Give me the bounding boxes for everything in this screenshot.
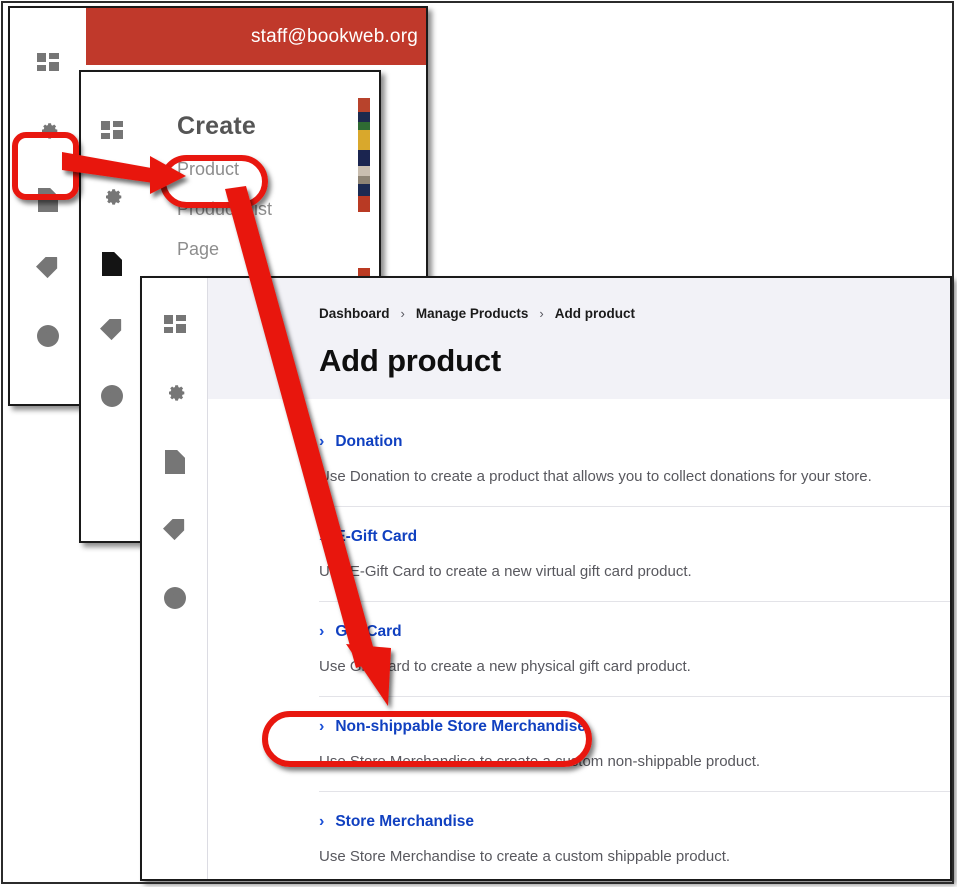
sidebar-item-pages[interactable] xyxy=(155,442,195,482)
dollar-icon xyxy=(101,385,123,407)
menu-item-product-list[interactable]: Product List xyxy=(177,199,379,220)
product-type-row-non-shippable-store-merchandise: › Non-shippable Store Merchandise Use St… xyxy=(319,696,950,791)
product-type-name[interactable]: Gift Card xyxy=(335,623,401,641)
gear-icon xyxy=(106,189,122,205)
page-icon xyxy=(164,450,185,474)
main-window-icon-rail xyxy=(142,278,208,879)
sidebar-item-payments[interactable] xyxy=(92,376,132,416)
product-type-link[interactable]: › E-Gift Card xyxy=(319,528,950,546)
product-type-name[interactable]: E-Gift Card xyxy=(335,528,417,546)
sidebar-item-dashboard[interactable] xyxy=(92,112,132,152)
product-type-link[interactable]: › Donation xyxy=(319,433,950,451)
page-header: Dashboard › Manage Products › Add produc… xyxy=(208,278,950,399)
product-type-name[interactable]: Donation xyxy=(335,433,402,451)
breadcrumb-separator-icon: › xyxy=(539,306,544,321)
sidebar-item-dashboard[interactable] xyxy=(155,306,195,346)
breadcrumb-separator-icon: › xyxy=(400,306,405,321)
window-back-icon-rail xyxy=(10,8,86,404)
product-type-row-store-merchandise: › Store Merchandise Use Store Merchandis… xyxy=(319,791,950,879)
dollar-icon xyxy=(37,325,59,347)
product-type-description: Use Donation to create a product that al… xyxy=(319,468,872,485)
sidebar-item-tags[interactable] xyxy=(155,510,195,550)
page-title: Add product xyxy=(319,343,502,378)
sidebar-item-settings[interactable] xyxy=(92,178,132,218)
breadcrumb: Dashboard › Manage Products › Add produc… xyxy=(319,306,950,321)
create-menu-list: Product Product List Page xyxy=(177,159,379,260)
tag-icon xyxy=(100,319,122,341)
gear-icon xyxy=(42,123,58,139)
dashboard-icon xyxy=(163,315,186,333)
sidebar-item-tags[interactable] xyxy=(28,248,68,288)
chevron-right-icon: › xyxy=(319,623,325,640)
product-type-link[interactable]: › Non-shippable Store Merchandise xyxy=(319,718,950,736)
page-icon xyxy=(102,252,122,276)
create-window-icon-rail xyxy=(81,72,143,541)
product-type-description: Use Store Merchandise to create a custom… xyxy=(319,753,761,770)
dashboard-icon xyxy=(101,121,123,139)
dollar-icon xyxy=(163,587,186,609)
chevron-right-icon: › xyxy=(319,718,325,735)
product-type-name[interactable]: Store Merchandise xyxy=(335,813,474,831)
product-type-link[interactable]: › Store Merchandise xyxy=(319,813,950,831)
create-heading: Create xyxy=(177,112,257,140)
product-type-description: Use Gift Card to create a new physical g… xyxy=(319,658,691,675)
product-type-list: › Donation Use Donation to create a prod… xyxy=(208,399,950,879)
menu-item-page[interactable]: Page xyxy=(177,239,379,260)
product-type-row-gift-card: › Gift Card Use Gift Card to create a ne… xyxy=(319,601,950,696)
tag-icon xyxy=(162,519,184,541)
add-product-content: Dashboard › Manage Products › Add produc… xyxy=(208,278,950,879)
sidebar-item-pages-active[interactable] xyxy=(92,244,132,284)
chevron-right-icon: › xyxy=(319,813,325,830)
sidebar-item-dashboard[interactable] xyxy=(28,44,68,84)
breadcrumb-dashboard[interactable]: Dashboard xyxy=(319,306,390,321)
product-type-description: Use Store Merchandise to create a custom… xyxy=(319,848,731,865)
tag-icon xyxy=(36,257,58,279)
breadcrumb-add-product: Add product xyxy=(554,306,635,321)
page-icon xyxy=(38,188,58,212)
partial-thumbnail-strip xyxy=(358,98,370,268)
chevron-right-icon: › xyxy=(319,528,325,545)
add-product-window: Dashboard › Manage Products › Add produc… xyxy=(140,276,952,881)
product-type-row-e-gift-card: › E-Gift Card Use E-Gift Card to create … xyxy=(319,506,950,601)
account-header-bar: staff@bookweb.org xyxy=(86,8,426,65)
menu-item-product[interactable]: Product xyxy=(177,159,379,180)
sidebar-item-payments[interactable] xyxy=(155,578,195,618)
sidebar-item-payments[interactable] xyxy=(28,316,68,356)
sidebar-item-settings[interactable] xyxy=(155,374,195,414)
sidebar-item-pages[interactable] xyxy=(28,180,68,220)
chevron-right-icon: › xyxy=(319,433,325,450)
screenshot-stage: staff@bookweb.org Create Product Product… xyxy=(0,0,957,887)
breadcrumb-manage-products[interactable]: Manage Products xyxy=(416,306,529,321)
gear-icon xyxy=(168,385,184,401)
product-type-link[interactable]: › Gift Card xyxy=(319,623,950,641)
sidebar-item-tags[interactable] xyxy=(92,310,132,350)
dashboard-icon xyxy=(37,53,59,71)
sidebar-item-settings[interactable] xyxy=(28,112,68,152)
account-email: staff@bookweb.org xyxy=(250,25,418,47)
product-type-name[interactable]: Non-shippable Store Merchandise xyxy=(335,718,586,736)
product-type-row-donation: › Donation Use Donation to create a prod… xyxy=(319,433,950,506)
product-type-description: Use E-Gift Card to create a new virtual … xyxy=(319,563,692,580)
